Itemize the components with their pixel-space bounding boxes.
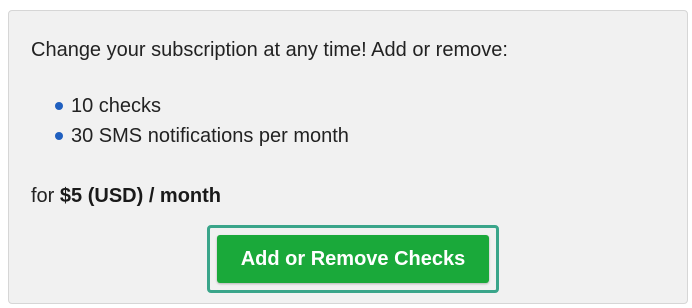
subscription-panel: Change your subscription at any time! Ad…	[8, 10, 688, 304]
feature-item-sms: 30 SMS notifications per month	[55, 121, 349, 151]
price-line: for $5 (USD) / month	[31, 185, 221, 208]
bullet-icon	[55, 102, 63, 110]
price-prefix: for	[31, 185, 60, 207]
feature-label: 10 checks	[71, 95, 162, 117]
add-remove-checks-button[interactable]: Add or Remove Checks	[217, 235, 489, 283]
feature-list: 10 checks 30 SMS notifications per month	[55, 91, 349, 151]
feature-label: 30 SMS notifications per month	[71, 125, 349, 147]
bullet-icon	[55, 132, 63, 140]
feature-item-checks: 10 checks	[55, 91, 349, 121]
price-value: $5 (USD) / month	[59, 185, 222, 207]
button-focus-outline: Add or Remove Checks	[207, 225, 499, 293]
subscription-intro-text: Change your subscription at any time! Ad…	[31, 39, 508, 61]
